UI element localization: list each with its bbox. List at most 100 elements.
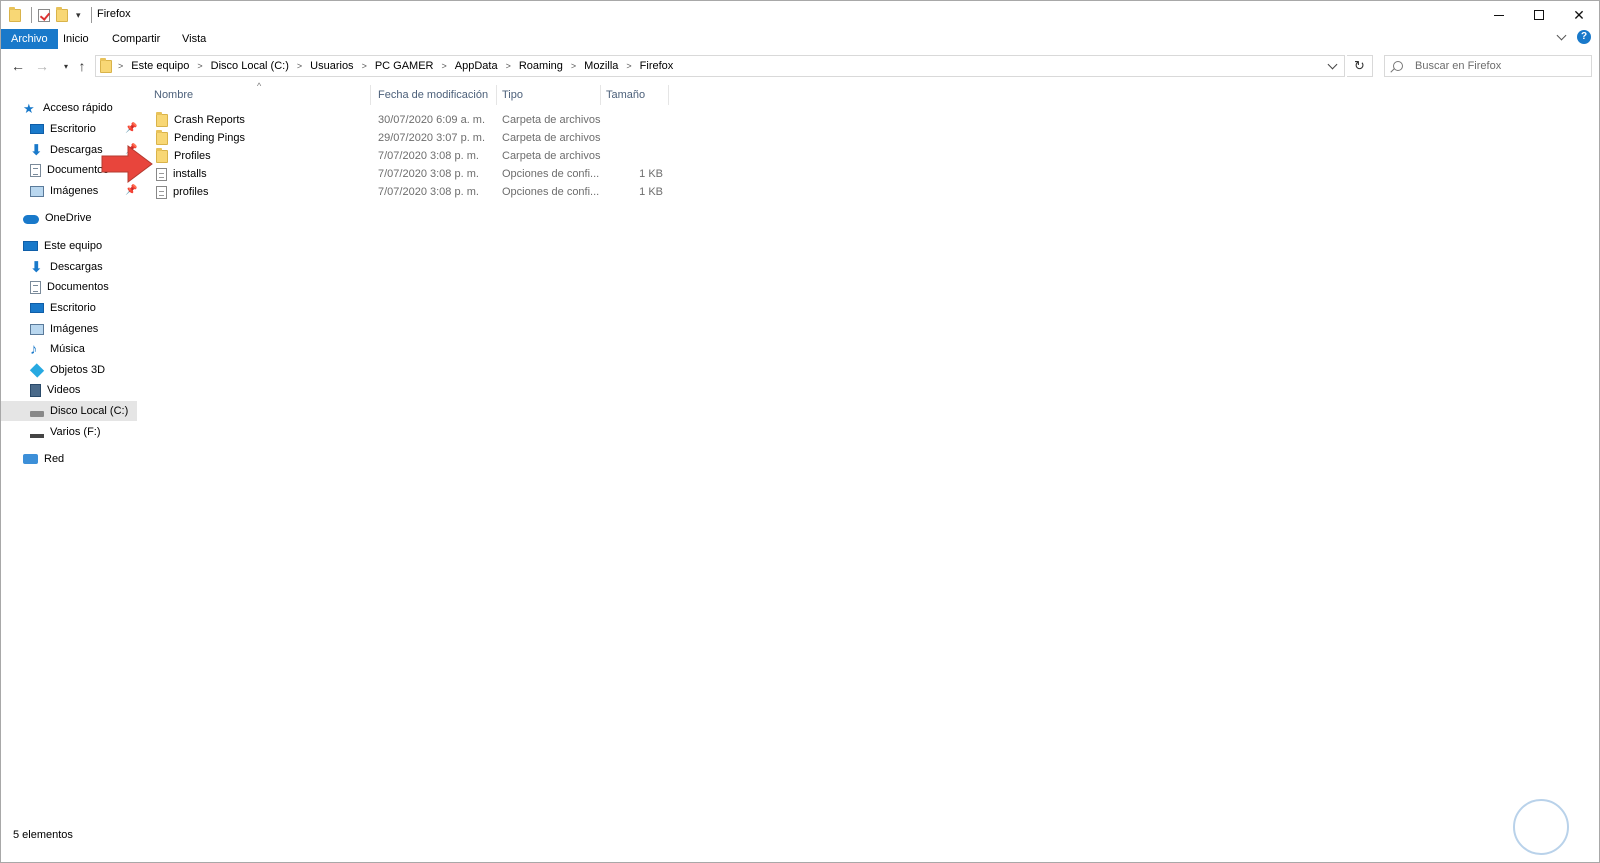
- tab-inicio[interactable]: Inicio: [55, 29, 97, 49]
- chevron-right-icon[interactable]: >: [571, 61, 576, 71]
- sidebar-item-pc-objetos-3d[interactable]: Objetos 3D: [29, 360, 105, 380]
- sidebar-item-pc-videos[interactable]: Videos: [30, 380, 80, 400]
- sidebar-item-este-equipo[interactable]: Este equipo: [23, 236, 102, 256]
- desktop-icon: [30, 303, 44, 313]
- image-icon: [30, 323, 44, 335]
- breadcrumb-roaming[interactable]: Roaming: [519, 60, 563, 72]
- sidebar-item-label: Música: [50, 343, 85, 355]
- file-date: 30/07/2020 6:09 a. m.: [378, 114, 486, 126]
- breadcrumb-mozilla[interactable]: Mozilla: [584, 60, 618, 72]
- navigation-pane: ★ Acceso rápido Escritorio 📌 ⬇ Descargas…: [1, 97, 139, 837]
- sidebar-item-label: Documentos: [47, 164, 109, 176]
- sidebar-item-onedrive[interactable]: OneDrive: [23, 208, 91, 228]
- sidebar-item-pc-descargas[interactable]: ⬇ Descargas: [30, 257, 103, 277]
- music-icon: ♪: [30, 340, 38, 358]
- column-tipo[interactable]: Tipo: [497, 85, 601, 105]
- chevron-right-icon[interactable]: >: [506, 61, 511, 71]
- file-date: 7/07/2020 3:08 p. m.: [378, 150, 479, 162]
- file-row[interactable]: profiles 7/07/2020 3:08 p. m. Opciones d…: [149, 183, 669, 201]
- forward-button[interactable]: →: [33, 57, 51, 75]
- file-name-cell: installs: [156, 165, 207, 183]
- breadcrumb-appdata[interactable]: AppData: [455, 60, 498, 72]
- expand-ribbon-icon[interactable]: [1556, 30, 1567, 40]
- sidebar-item-imagenes[interactable]: Imágenes: [30, 181, 98, 201]
- sidebar-item-label: Varios (F:): [50, 426, 101, 438]
- chevron-right-icon[interactable]: >: [297, 61, 302, 71]
- column-tamano[interactable]: Tamaño: [601, 85, 669, 105]
- breadcrumb-disco-local[interactable]: Disco Local (C:): [211, 60, 289, 72]
- column-nombre[interactable]: Nombre: [149, 85, 371, 105]
- network-icon: [23, 454, 38, 464]
- properties-icon[interactable]: [38, 8, 50, 22]
- folder-icon: [156, 129, 168, 145]
- file-row[interactable]: Pending Pings 29/07/2020 3:07 p. m. Carp…: [149, 129, 669, 147]
- chevron-right-icon: >: [118, 61, 124, 71]
- sidebar-item-pc-documentos[interactable]: Documentos: [30, 277, 109, 297]
- search-input[interactable]: Buscar en Firefox: [1384, 55, 1592, 77]
- column-fecha[interactable]: Fecha de modificación: [373, 85, 497, 105]
- customize-toolbar-icon[interactable]: ▾: [76, 10, 81, 21]
- close-icon: ✕: [1573, 6, 1585, 23]
- sidebar-item-label: Escritorio: [50, 302, 96, 314]
- settings-file-icon: [156, 167, 167, 181]
- file-size: [601, 129, 663, 147]
- document-icon: [30, 163, 41, 177]
- breadcrumb-pc-gamer[interactable]: PC GAMER: [375, 60, 434, 72]
- chevron-right-icon[interactable]: >: [442, 61, 447, 71]
- sidebar-item-documentos[interactable]: Documentos: [30, 160, 109, 180]
- file-size: [601, 111, 663, 129]
- sidebar-item-pc-musica[interactable]: ♪ Música: [30, 339, 85, 359]
- help-icon[interactable]: ?: [1577, 30, 1591, 44]
- sidebar-item-label: Videos: [47, 384, 81, 396]
- sidebar-item-descargas[interactable]: ⬇ Descargas: [30, 140, 103, 160]
- image-icon: [30, 185, 44, 197]
- address-dropdown-icon[interactable]: [1327, 59, 1338, 70]
- title-bar: ▾ Firefox ✕: [1, 1, 1599, 29]
- maximize-icon: [1534, 10, 1544, 20]
- close-button[interactable]: ✕: [1556, 1, 1600, 29]
- sidebar-item-red[interactable]: Red: [23, 449, 64, 469]
- address-bar[interactable]: > Este equipo > Disco Local (C:) > Usuar…: [95, 55, 1345, 77]
- refresh-button[interactable]: ↻: [1347, 55, 1373, 77]
- sidebar-item-varios[interactable]: Varios (F:): [30, 422, 101, 442]
- drive-icon: [30, 433, 44, 438]
- divider: [31, 7, 32, 23]
- file-row[interactable]: installs 7/07/2020 3:08 p. m. Opciones d…: [149, 165, 669, 183]
- cloud-icon: [23, 214, 39, 224]
- new-folder-icon[interactable]: [56, 6, 68, 22]
- sidebar-item-quick-access[interactable]: ★ Acceso rápido: [23, 98, 113, 118]
- file-row[interactable]: Crash Reports 30/07/2020 6:09 a. m. Carp…: [149, 111, 669, 129]
- breadcrumb-este-equipo[interactable]: Este equipo: [131, 60, 189, 72]
- file-name: Profiles: [174, 150, 211, 162]
- sidebar-item-label: Imágenes: [50, 185, 99, 197]
- minimize-icon: [1494, 14, 1504, 16]
- sidebar-item-pc-escritorio[interactable]: Escritorio: [30, 298, 96, 318]
- sidebar-item-pc-imagenes[interactable]: Imágenes: [30, 319, 98, 339]
- sidebar-item-label: Red: [44, 453, 65, 465]
- file-type: Carpeta de archivos: [502, 150, 601, 162]
- folder-icon: [156, 111, 168, 127]
- tab-compartir[interactable]: Compartir: [104, 29, 168, 49]
- video-icon: [30, 383, 41, 397]
- chevron-right-icon[interactable]: >: [197, 61, 202, 71]
- divider: [90, 7, 92, 23]
- up-button[interactable]: ↑: [73, 57, 91, 75]
- file-row[interactable]: Profiles 7/07/2020 3:08 p. m. Carpeta de…: [149, 147, 669, 165]
- back-button[interactable]: ←: [9, 57, 27, 75]
- sidebar-item-label: Este equipo: [44, 240, 103, 252]
- sidebar-item-escritorio[interactable]: Escritorio: [30, 119, 96, 139]
- sidebar-item-label: Descargas: [50, 144, 103, 156]
- file-date: 29/07/2020 3:07 p. m.: [378, 132, 486, 144]
- chevron-right-icon[interactable]: >: [362, 61, 367, 71]
- breadcrumb-firefox[interactable]: Firefox: [640, 60, 674, 72]
- file-size: 1 KB: [639, 168, 663, 180]
- file-size: [601, 147, 663, 165]
- breadcrumb-usuarios[interactable]: Usuarios: [310, 60, 353, 72]
- sidebar-item-disco-local[interactable]: Disco Local (C:): [1, 401, 137, 421]
- sidebar-item-label: Descargas: [50, 261, 103, 273]
- quick-access-toolbar: ▾: [9, 6, 92, 23]
- chevron-right-icon[interactable]: >: [626, 61, 631, 71]
- 3d-objects-icon: [29, 362, 45, 378]
- tab-vista[interactable]: Vista: [174, 29, 214, 49]
- tab-archivo[interactable]: Archivo: [1, 29, 58, 49]
